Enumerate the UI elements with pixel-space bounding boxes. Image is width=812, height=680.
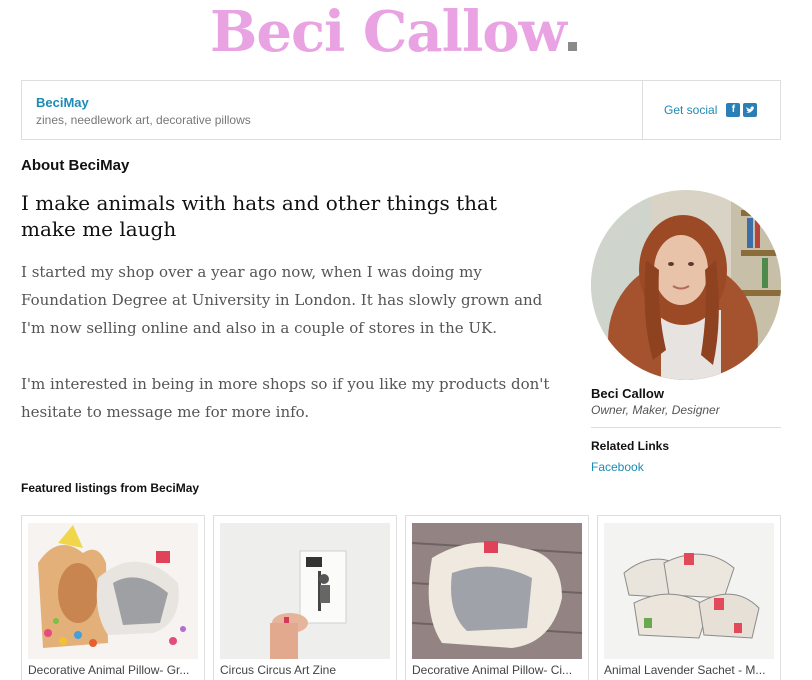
listing-title[interactable]: Decorative Animal Pillow- Gr... [28,663,200,677]
owner-role: Owner, Maker, Designer [591,403,720,417]
owner-avatar [591,190,781,380]
facebook-link[interactable]: Facebook [591,460,644,474]
shop-tagline: zines, needlework art, decorative pillow… [36,113,251,127]
featured-listings: Decorative Animal Pillow- Gr... Circus C… [21,515,781,680]
divider [591,427,781,428]
about-headline: I make animals with hats and other thing… [21,191,497,241]
listing-thumbnail[interactable] [412,523,582,659]
story-paragraph: I'm interested in being in more shops so… [21,375,550,421]
get-social-label[interactable]: Get social [664,103,717,117]
shop-name-link[interactable]: BeciMay [36,95,89,110]
shop-info-bar: BeciMay zines, needlework art, decorativ… [21,80,781,140]
listing-card[interactable]: Circus Circus Art Zine [213,515,397,680]
listing-card[interactable]: Decorative Animal Pillow- Gr... [21,515,205,680]
logo-text: Beci Callow [210,0,567,65]
listing-title[interactable]: Animal Lavender Sachet - M... [604,663,776,677]
about-heading: About BeciMay [21,157,130,174]
listing-thumbnail[interactable] [604,523,774,659]
twitter-icon[interactable] [743,103,758,117]
listing-card[interactable]: Animal Lavender Sachet - M... [597,515,781,680]
listing-title[interactable]: Decorative Animal Pillow- Ci... [412,663,584,677]
listing-thumbnail[interactable] [220,523,390,659]
about-story: I started my shop over a year ago now, w… [21,258,561,454]
featured-heading: Featured listings from BeciMay [21,481,200,495]
listing-title[interactable]: Circus Circus Art Zine [220,663,392,677]
site-logo[interactable]: Beci Callow [210,0,610,70]
story-paragraph: I started my shop over a year ago now, w… [21,263,543,337]
listing-thumbnail[interactable] [28,523,198,659]
social-links: Get social f [642,81,780,139]
listing-card[interactable]: Decorative Animal Pillow- Ci... [405,515,589,680]
related-links-heading: Related Links [591,439,670,453]
logo-dot [567,42,577,51]
owner-name: Beci Callow [591,386,664,401]
facebook-icon[interactable]: f [726,103,741,117]
